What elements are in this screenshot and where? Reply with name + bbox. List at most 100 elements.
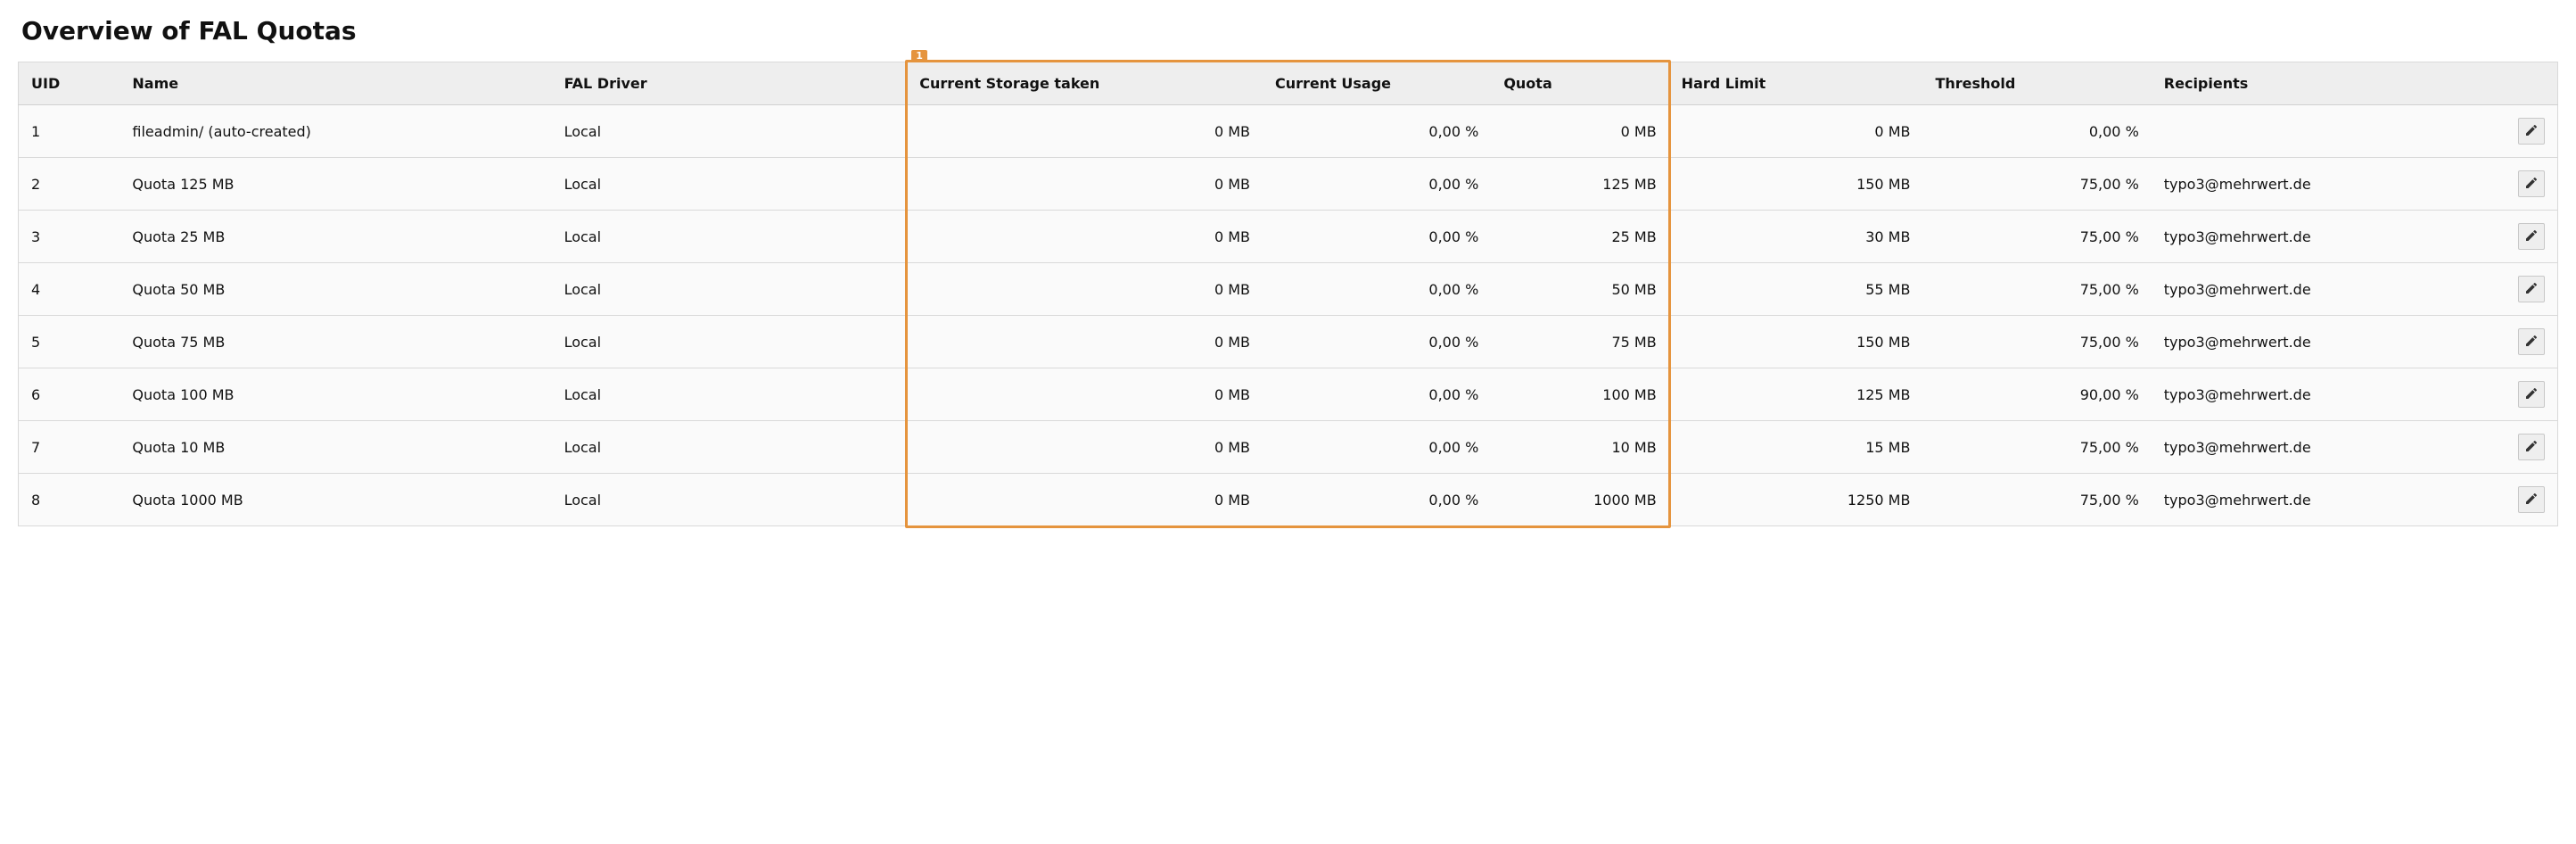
cell-driver: Local [552,421,908,474]
cell-quota: 10 MB [1491,421,1668,474]
cell-threshold: 75,00 % [1922,211,2151,263]
table-row: 7 Quota 10 MB Local 0 MB 0,00 % 10 MB 15… [19,421,2558,474]
col-hard: Hard Limit [1669,62,1923,105]
cell-driver: Local [552,316,908,368]
col-name: Name [119,62,551,105]
cell-threshold: 75,00 % [1922,474,2151,526]
cell-uid: 3 [19,211,120,263]
cell-recipients: typo3@mehrwert.de [2152,211,2457,263]
table-row: 1 fileadmin/ (auto-created) Local 0 MB 0… [19,105,2558,158]
cell-hard: 150 MB [1669,316,1923,368]
cell-storage: 0 MB [907,263,1263,316]
edit-button[interactable] [2518,486,2545,513]
quota-table-wrapper: UID Name FAL Driver Current Storage take… [18,62,2558,526]
cell-usage: 0,00 % [1263,474,1491,526]
cell-actions [2457,158,2558,211]
pencil-icon [2524,281,2539,298]
cell-quota: 0 MB [1491,105,1668,158]
cell-uid: 5 [19,316,120,368]
edit-button[interactable] [2518,328,2545,355]
pencil-icon [2524,439,2539,456]
cell-hard: 1250 MB [1669,474,1923,526]
cell-hard: 15 MB [1669,421,1923,474]
cell-driver: Local [552,211,908,263]
cell-driver: Local [552,263,908,316]
cell-uid: 8 [19,474,120,526]
cell-storage: 0 MB [907,105,1263,158]
table-row: 3 Quota 25 MB Local 0 MB 0,00 % 25 MB 30… [19,211,2558,263]
cell-name: Quota 50 MB [119,263,551,316]
table-row: 2 Quota 125 MB Local 0 MB 0,00 % 125 MB … [19,158,2558,211]
table-row: 8 Quota 1000 MB Local 0 MB 0,00 % 1000 M… [19,474,2558,526]
cell-recipients: typo3@mehrwert.de [2152,368,2457,421]
cell-name: Quota 125 MB [119,158,551,211]
cell-storage: 0 MB [907,368,1263,421]
cell-threshold: 90,00 % [1922,368,2151,421]
col-actions [2457,62,2558,105]
cell-name: Quota 25 MB [119,211,551,263]
cell-name: Quota 75 MB [119,316,551,368]
cell-actions [2457,368,2558,421]
pencil-icon [2524,334,2539,351]
edit-button[interactable] [2518,223,2545,250]
cell-actions [2457,263,2558,316]
cell-driver: Local [552,158,908,211]
pencil-icon [2524,386,2539,403]
col-usage: Current Usage [1263,62,1491,105]
col-driver: FAL Driver [552,62,908,105]
table-row: 5 Quota 75 MB Local 0 MB 0,00 % 75 MB 15… [19,316,2558,368]
cell-usage: 0,00 % [1263,105,1491,158]
cell-usage: 0,00 % [1263,368,1491,421]
table-row: 6 Quota 100 MB Local 0 MB 0,00 % 100 MB … [19,368,2558,421]
cell-threshold: 75,00 % [1922,421,2151,474]
cell-hard: 150 MB [1669,158,1923,211]
cell-driver: Local [552,105,908,158]
cell-hard: 55 MB [1669,263,1923,316]
cell-name: fileadmin/ (auto-created) [119,105,551,158]
cell-recipients: typo3@mehrwert.de [2152,316,2457,368]
cell-threshold: 75,00 % [1922,263,2151,316]
edit-button[interactable] [2518,170,2545,197]
edit-button[interactable] [2518,381,2545,408]
cell-name: Quota 10 MB [119,421,551,474]
cell-storage: 0 MB [907,158,1263,211]
edit-button[interactable] [2518,118,2545,145]
cell-quota: 100 MB [1491,368,1668,421]
pencil-icon [2524,492,2539,509]
cell-actions [2457,105,2558,158]
page-title: Overview of FAL Quotas [21,16,2558,46]
cell-recipients [2152,105,2457,158]
cell-usage: 0,00 % [1263,263,1491,316]
col-quota: Quota [1491,62,1668,105]
cell-threshold: 0,00 % [1922,105,2151,158]
edit-button[interactable] [2518,434,2545,460]
cell-hard: 30 MB [1669,211,1923,263]
cell-driver: Local [552,474,908,526]
col-storage: Current Storage taken [907,62,1263,105]
cell-quota: 25 MB [1491,211,1668,263]
quota-table: UID Name FAL Driver Current Storage take… [18,62,2558,526]
cell-actions [2457,474,2558,526]
cell-quota: 125 MB [1491,158,1668,211]
cell-uid: 4 [19,263,120,316]
table-row: 4 Quota 50 MB Local 0 MB 0,00 % 50 MB 55… [19,263,2558,316]
cell-recipients: typo3@mehrwert.de [2152,158,2457,211]
pencil-icon [2524,228,2539,245]
col-uid: UID [19,62,120,105]
cell-recipients: typo3@mehrwert.de [2152,263,2457,316]
cell-hard: 125 MB [1669,368,1923,421]
cell-usage: 0,00 % [1263,211,1491,263]
pencil-icon [2524,123,2539,140]
cell-quota: 1000 MB [1491,474,1668,526]
cell-uid: 6 [19,368,120,421]
cell-uid: 2 [19,158,120,211]
cell-actions [2457,421,2558,474]
cell-name: Quota 100 MB [119,368,551,421]
cell-recipients: typo3@mehrwert.de [2152,474,2457,526]
cell-recipients: typo3@mehrwert.de [2152,421,2457,474]
cell-storage: 0 MB [907,421,1263,474]
edit-button[interactable] [2518,276,2545,302]
cell-threshold: 75,00 % [1922,158,2151,211]
cell-usage: 0,00 % [1263,421,1491,474]
cell-actions [2457,211,2558,263]
